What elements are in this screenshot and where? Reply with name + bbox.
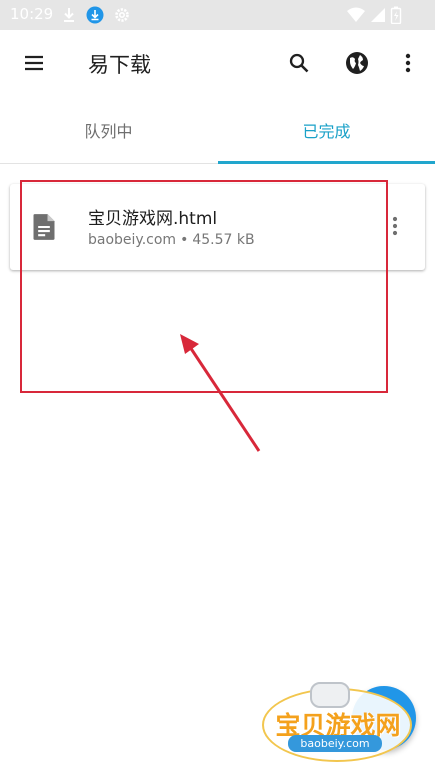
status-time: 10:29 [10, 5, 54, 23]
app-title: 易下载 [88, 53, 151, 77]
signal-icon [371, 8, 385, 22]
tab-bar: 队列中 已完成 [0, 96, 435, 164]
watermark-url: baobeiy.com [288, 735, 382, 752]
search-icon[interactable] [279, 43, 319, 83]
app-bar: 易下载 [0, 30, 435, 96]
download-badge-icon [86, 6, 104, 24]
wifi-icon [347, 7, 365, 22]
battery-icon [390, 6, 402, 24]
globe-icon[interactable] [337, 43, 377, 83]
annotation-highlight-box [20, 180, 388, 393]
hamburger-menu-icon[interactable] [14, 43, 54, 83]
gamepad-icon [310, 682, 350, 708]
tab-indicator [218, 161, 435, 164]
settings-gear-icon [115, 8, 129, 22]
watermark-logo: 宝贝游戏网 baobeiy.com [258, 680, 418, 768]
status-bar: 10:29 [0, 0, 435, 30]
tab-queue[interactable]: 队列中 [0, 96, 217, 164]
more-vert-icon[interactable] [388, 43, 428, 83]
tab-completed[interactable]: 已完成 [218, 96, 435, 164]
download-arrow-icon [64, 8, 74, 22]
